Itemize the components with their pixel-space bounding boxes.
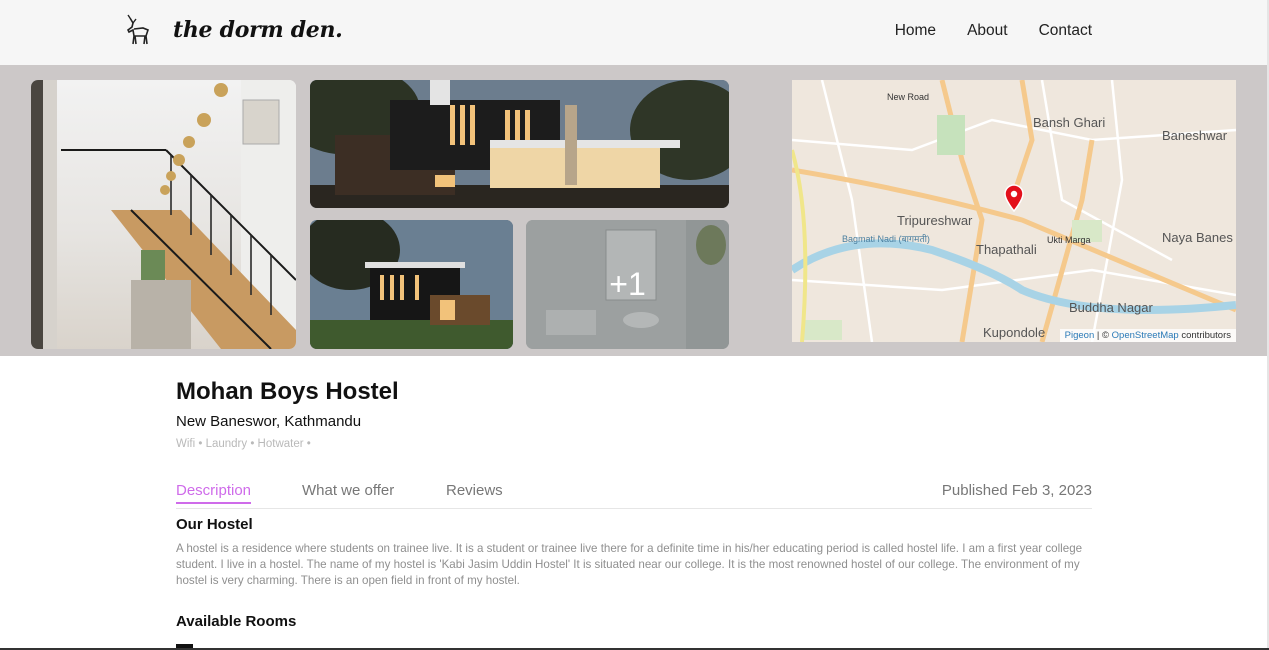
map-label-bagmati: Bagmati Nadi (बागमती) <box>842 234 930 244</box>
attribution-separator: | © <box>1094 330 1112 341</box>
main-nav: Home About Contact <box>895 22 1092 40</box>
hostel-title: Mohan Boys Hostel <box>176 378 399 405</box>
detail-tabs: Description What we offer Reviews Publis… <box>176 482 1092 509</box>
tab-description[interactable]: Description <box>176 482 252 504</box>
available-rooms-heading: Available Rooms <box>176 613 297 630</box>
attribution-suffix: contributors <box>1178 330 1231 341</box>
map-label-naya-banes: Naya Banes <box>1162 230 1233 245</box>
location-map[interactable]: New Road Bansh Ghari Baneshwar Tripuresh… <box>792 80 1236 342</box>
logo-text[interactable]: the dorm den. <box>173 17 343 43</box>
gallery-photo-bathroom[interactable]: +1 <box>526 220 729 349</box>
location-pin-icon[interactable] <box>1003 184 1025 212</box>
house-illustration <box>310 80 729 208</box>
nav-contact-link[interactable]: Contact <box>1039 22 1092 40</box>
map-label-ukti-marga: Ukti Marga <box>1047 235 1091 245</box>
goat-logo-icon[interactable] <box>124 14 152 46</box>
tab-reviews[interactable]: Reviews <box>446 482 503 499</box>
gallery-photo-house-side[interactable] <box>310 220 513 349</box>
map-label-tripureshwar: Tripureshwar <box>897 213 973 228</box>
map-label-kupondole: Kupondole <box>983 325 1046 340</box>
staircase-illustration <box>31 80 296 349</box>
nav-about-link[interactable]: About <box>967 22 1008 40</box>
nav-home-link[interactable]: Home <box>895 22 936 40</box>
hostel-amenities: Wifi • Laundry • Hotwater • <box>176 438 311 450</box>
map-attribution: Pigeon | © OpenStreetMap contributors <box>1059 329 1236 342</box>
house-side-illustration <box>310 220 513 349</box>
map-label-buddha-nagar: Buddha Nagar <box>1069 300 1153 315</box>
description-heading: Our Hostel <box>176 516 253 533</box>
map-label-bansh-ghari: Bansh Ghari <box>1033 115 1106 130</box>
description-text: A hostel is a residence where students o… <box>176 542 1083 587</box>
more-photos-count: +1 <box>609 266 646 302</box>
map-label-new-road: New Road <box>887 92 930 102</box>
site-header: the dorm den. Home About Contact <box>0 0 1269 65</box>
map-label-baneshwar: Baneshwar <box>1162 128 1228 143</box>
photo-gallery: +1 New Road Bansh Ghari Baneshwar Tripur… <box>0 65 1269 356</box>
hostel-location: New Baneswor, Kathmandu <box>176 413 362 430</box>
gallery-photo-staircase[interactable] <box>31 80 296 349</box>
pigeon-link[interactable]: Pigeon <box>1065 330 1095 341</box>
tab-what-we-offer[interactable]: What we offer <box>302 482 394 499</box>
gallery-photo-house-front[interactable] <box>310 80 729 208</box>
more-photos-overlay[interactable]: +1 <box>526 220 729 349</box>
osm-link[interactable]: OpenStreetMap <box>1112 330 1179 341</box>
map-label-thapathali: Thapathali <box>976 242 1037 257</box>
published-date: Published Feb 3, 2023 <box>941 482 1092 499</box>
